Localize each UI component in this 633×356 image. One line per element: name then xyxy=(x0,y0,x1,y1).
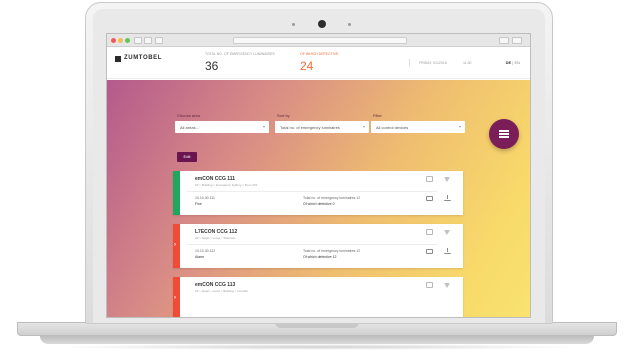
status-stripe: › xyxy=(173,224,180,268)
close-icon[interactable] xyxy=(111,38,116,43)
header-divider xyxy=(409,59,410,67)
folder-icon[interactable] xyxy=(426,229,433,235)
sensor-dot xyxy=(292,23,295,26)
folder-icon[interactable] xyxy=(426,176,433,182)
device-card[interactable]: emCON CCG 111 All > Building > Emergency… xyxy=(173,171,463,215)
status-stripe xyxy=(173,171,180,215)
divider xyxy=(187,191,437,192)
device-ip: 10.10.40.111 xyxy=(195,196,215,200)
screen: ZUMTOBEL TOTAL NO. OF EMERGENCY LUMINAIR… xyxy=(106,33,531,318)
device-title: emCON CCG 113 xyxy=(195,282,236,288)
monitor-icon[interactable] xyxy=(426,196,433,201)
sidebar-button[interactable] xyxy=(155,37,163,44)
total-luminaires-value: 36 xyxy=(205,59,219,73)
chevron-right-icon: › xyxy=(174,242,176,248)
device-card[interactable]: › emCON CCG 113 All > Aleph > Level > Bu… xyxy=(173,277,463,317)
filter-value: All control devices xyxy=(376,125,409,130)
menu-icon-bar xyxy=(499,133,509,135)
chevron-down-icon: ▾ xyxy=(458,124,461,129)
sort-select[interactable]: Total no. of emergency luminaires ▾ xyxy=(275,121,369,133)
minimize-icon[interactable] xyxy=(118,38,123,43)
area-label: Choose area xyxy=(177,113,200,118)
device-path: All > Building > Emergency lighting > Fl… xyxy=(195,183,258,187)
time-label: 11:30 xyxy=(463,61,472,65)
forward-button[interactable] xyxy=(144,37,152,44)
back-button[interactable] xyxy=(134,37,142,44)
menu-icon-bar xyxy=(499,136,509,138)
device-status: Alarm xyxy=(195,255,205,259)
divider xyxy=(187,244,437,245)
device-title: emCON CCG 111 xyxy=(195,176,236,182)
download-icon[interactable] xyxy=(444,248,451,254)
lang-de[interactable]: DE xyxy=(506,60,512,65)
chevron-down-icon: ▾ xyxy=(262,124,265,129)
menu-button[interactable] xyxy=(489,119,519,149)
sort-label: Sort by xyxy=(277,113,290,118)
address-bar[interactable] xyxy=(233,37,407,44)
app-header: ZUMTOBEL TOTAL NO. OF EMERGENCY LUMINAIR… xyxy=(107,47,530,79)
filter-icon[interactable] xyxy=(444,283,450,288)
laptop-mockup: ZUMTOBEL TOTAL NO. OF EMERGENCY LUMINAIR… xyxy=(0,0,633,356)
chevron-down-icon: ▾ xyxy=(362,124,365,129)
filter-select[interactable]: All control devices ▾ xyxy=(371,121,465,133)
area-select[interactable]: All areas... ▾ xyxy=(175,121,269,133)
device-title: L7ECON CCG 112 xyxy=(195,229,238,235)
device-status: Fine xyxy=(195,202,202,206)
filter-icon[interactable] xyxy=(444,177,450,182)
defective-value: 24 xyxy=(300,59,314,73)
filter-label: Filter xyxy=(373,113,382,118)
folder-icon[interactable] xyxy=(426,282,433,288)
share-button[interactable] xyxy=(499,37,509,44)
area-value: All areas... xyxy=(180,125,199,130)
status-stripe: › xyxy=(173,277,180,317)
device-card[interactable]: › L7ECON CCG 112 All > Aleph > Level > S… xyxy=(173,224,463,268)
defective-label: OF WHICH DEFECTIVE xyxy=(300,52,339,56)
sensor-dot xyxy=(348,23,351,26)
tabs-button[interactable] xyxy=(512,37,522,44)
browser-chrome xyxy=(107,34,530,47)
main-content: Choose area All areas... ▾ Sort by Total … xyxy=(107,80,530,317)
device-path: All > Aleph > Level > Building > Corrido… xyxy=(195,289,249,293)
defective-count: Of which defective 12 xyxy=(303,255,337,259)
total-luminaires-label: TOTAL NO. OF EMERGENCY LUMINAIRES xyxy=(205,52,275,56)
menu-icon xyxy=(499,130,509,132)
device-path: All > Aleph > Level > Staircase xyxy=(195,236,236,240)
sort-value: Total no. of emergency luminaires xyxy=(280,125,340,130)
emergency-count: Total no. of emergency luminaires 12 xyxy=(303,249,361,253)
lang-en[interactable]: EN xyxy=(514,60,520,65)
maximize-icon[interactable] xyxy=(125,38,130,43)
laptop-base-edge xyxy=(40,336,594,344)
chevron-right-icon: › xyxy=(174,295,176,301)
defective-count: Of which defective 0 xyxy=(303,202,335,206)
camera-icon xyxy=(318,20,326,28)
logo-text: ZUMTOBEL xyxy=(124,55,163,61)
edit-button[interactable]: Edit xyxy=(177,152,197,162)
filter-icon[interactable] xyxy=(444,230,450,235)
monitor-icon[interactable] xyxy=(426,249,433,254)
language-switch[interactable]: DE | EN xyxy=(506,60,520,65)
device-ip: 10.10.40.112 xyxy=(195,249,216,253)
laptop-shadow xyxy=(50,344,583,350)
download-icon[interactable] xyxy=(444,195,451,201)
emergency-count: Total no. of emergency luminaires 12 xyxy=(303,196,361,200)
date-label: FRIDAY, 0/1/2018 xyxy=(419,61,447,65)
zumtobel-logo-icon xyxy=(115,56,121,62)
